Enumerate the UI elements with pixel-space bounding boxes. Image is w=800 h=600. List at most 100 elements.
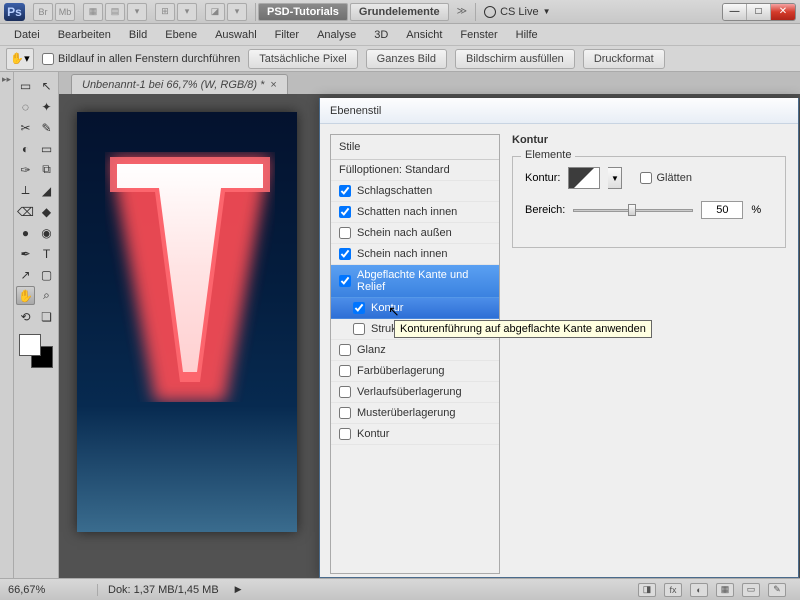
top-icon-6[interactable]: ◪ <box>205 3 225 21</box>
tool-7-0[interactable]: ● <box>16 223 35 242</box>
style-checkbox-6[interactable] <box>353 323 365 335</box>
menu-bearbeiten[interactable]: Bearbeiten <box>50 26 119 44</box>
style-checkbox-4[interactable] <box>339 275 351 287</box>
style-fulloptionen[interactable]: Fülloptionen: Standard <box>331 160 499 181</box>
color-swatches[interactable] <box>19 334 53 368</box>
style-item-2[interactable]: Schein nach außen <box>331 223 499 244</box>
menu-bild[interactable]: Bild <box>121 26 155 44</box>
styles-header[interactable]: Stile <box>331 135 499 160</box>
status-docsize[interactable]: Dok: 1,37 MB/1,45 MB <box>98 584 229 596</box>
style-item-7[interactable]: Glanz <box>331 340 499 361</box>
status-menu-icon[interactable]: ▶ <box>229 584 248 595</box>
style-checkbox-0[interactable] <box>339 185 351 197</box>
tool-10-1[interactable]: ⌕ <box>37 286 56 305</box>
kontur-swatch[interactable] <box>568 167 600 189</box>
tool-10-0[interactable]: ✋ <box>16 286 35 305</box>
dialog-title[interactable]: Ebenenstil <box>320 98 798 124</box>
minimize-button[interactable]: — <box>723 4 747 20</box>
style-checkbox-2[interactable] <box>339 227 351 239</box>
close-button[interactable]: ✕ <box>771 4 795 20</box>
style-checkbox-1[interactable] <box>339 206 351 218</box>
menu-ebene[interactable]: Ebene <box>157 26 205 44</box>
tool-6-1[interactable]: ◆ <box>37 202 56 221</box>
tool-2-0[interactable]: ✂ <box>16 118 35 137</box>
menu-3d[interactable]: 3D <box>366 26 396 44</box>
tool-9-1[interactable]: ▢ <box>37 265 56 284</box>
fg-swatch[interactable] <box>19 334 41 356</box>
menu-filter[interactable]: Filter <box>267 26 307 44</box>
style-item-11[interactable]: Kontur <box>331 424 499 445</box>
opt-btn-actual-pixels[interactable]: Tatsächliche Pixel <box>248 49 357 69</box>
style-checkbox-11[interactable] <box>339 428 351 440</box>
style-checkbox-9[interactable] <box>339 386 351 398</box>
style-checkbox-7[interactable] <box>339 344 351 356</box>
status-zoom[interactable]: 66,67% <box>0 584 98 596</box>
style-item-10[interactable]: Musterüberlagerung <box>331 403 499 424</box>
style-checkbox-8[interactable] <box>339 365 351 377</box>
bridge-button[interactable]: Br <box>33 3 53 21</box>
scroll-all-input[interactable] <box>42 53 54 65</box>
style-item-0[interactable]: Schlagschatten <box>331 181 499 202</box>
glaetten-checkbox[interactable]: Glätten <box>640 172 691 184</box>
top-icon-7[interactable]: ▾ <box>227 3 247 21</box>
maximize-button[interactable]: □ <box>747 4 771 20</box>
tool-8-0[interactable]: ✒ <box>16 244 35 263</box>
style-item-1[interactable]: Schatten nach innen <box>331 202 499 223</box>
current-tool-icon[interactable]: ✋▾ <box>6 48 34 70</box>
style-item-5[interactable]: Kontur <box>331 298 499 319</box>
glaetten-input[interactable] <box>640 172 652 184</box>
menu-hilfe[interactable]: Hilfe <box>508 26 546 44</box>
tool-9-0[interactable]: ↗ <box>16 265 35 284</box>
top-icon-4[interactable]: ⊞ <box>155 3 175 21</box>
tool-11-1[interactable]: ❏ <box>37 307 56 326</box>
style-checkbox-10[interactable] <box>339 407 351 419</box>
scroll-all-checkbox[interactable]: Bildlauf in allen Fenstern durchführen <box>42 53 240 65</box>
tool-2-1[interactable]: ✎ <box>37 118 56 137</box>
workspace-active[interactable]: PSD-Tutorials <box>258 3 348 21</box>
tool-5-0[interactable]: ⟂ <box>16 181 35 200</box>
tool-4-0[interactable]: ✑ <box>16 160 35 179</box>
menu-analyse[interactable]: Analyse <box>309 26 364 44</box>
panel-icon-1[interactable]: ◨ <box>638 583 656 597</box>
bereich-slider[interactable] <box>573 202 693 218</box>
top-icon-5[interactable]: ▾ <box>177 3 197 21</box>
style-item-4[interactable]: Abgeflachte Kante und Relief <box>331 265 499 298</box>
panel-icon-3[interactable]: ◐ <box>690 583 708 597</box>
tool-4-1[interactable]: ⧉ <box>37 160 56 179</box>
opt-btn-fit-screen[interactable]: Ganzes Bild <box>366 49 447 69</box>
panel-icon-6[interactable]: ✎ <box>768 583 786 597</box>
tool-11-0[interactable]: ⟲ <box>16 307 35 326</box>
kontur-dropdown[interactable]: ▼ <box>608 167 622 189</box>
top-icon-1[interactable]: ▦ <box>83 3 103 21</box>
top-icon-3[interactable]: ▾ <box>127 3 147 21</box>
tool-1-1[interactable]: ✦ <box>37 97 56 116</box>
workspace-more-icon[interactable]: ≫ <box>451 6 473 17</box>
tool-7-1[interactable]: ◉ <box>37 223 56 242</box>
panel-icon-5[interactable]: ▭ <box>742 583 760 597</box>
opt-btn-fill-screen[interactable]: Bildschirm ausfüllen <box>455 49 575 69</box>
menu-auswahl[interactable]: Auswahl <box>207 26 265 44</box>
menu-fenster[interactable]: Fenster <box>452 26 505 44</box>
bereich-value[interactable]: 50 <box>701 201 743 219</box>
style-checkbox-3[interactable] <box>339 248 351 260</box>
tool-1-0[interactable]: ◌ <box>16 97 35 116</box>
document-tab[interactable]: Unbenannt-1 bei 66,7% (W, RGB/8) * × <box>71 74 288 94</box>
tool-3-1[interactable]: ▭ <box>37 139 56 158</box>
tool-8-1[interactable]: T <box>37 244 56 263</box>
menu-ansicht[interactable]: Ansicht <box>398 26 450 44</box>
panel-icon-2[interactable]: fx <box>664 583 682 597</box>
menu-datei[interactable]: Datei <box>6 26 48 44</box>
panel-icon-4[interactable]: ▦ <box>716 583 734 597</box>
document-canvas[interactable] <box>77 112 297 532</box>
style-item-3[interactable]: Schein nach innen <box>331 244 499 265</box>
tool-0-0[interactable]: ▭ <box>16 76 35 95</box>
tool-0-1[interactable]: ↖ <box>37 76 56 95</box>
style-item-9[interactable]: Verlaufsüberlagerung <box>331 382 499 403</box>
top-icon-2[interactable]: ▤ <box>105 3 125 21</box>
opt-btn-print-size[interactable]: Druckformat <box>583 49 665 69</box>
tool-5-1[interactable]: ◢ <box>37 181 56 200</box>
style-item-8[interactable]: Farbüberlagerung <box>331 361 499 382</box>
style-checkbox-5[interactable] <box>353 302 365 314</box>
tool-6-0[interactable]: ⌫ <box>16 202 35 221</box>
workspace-inactive[interactable]: Grundelemente <box>350 3 449 21</box>
